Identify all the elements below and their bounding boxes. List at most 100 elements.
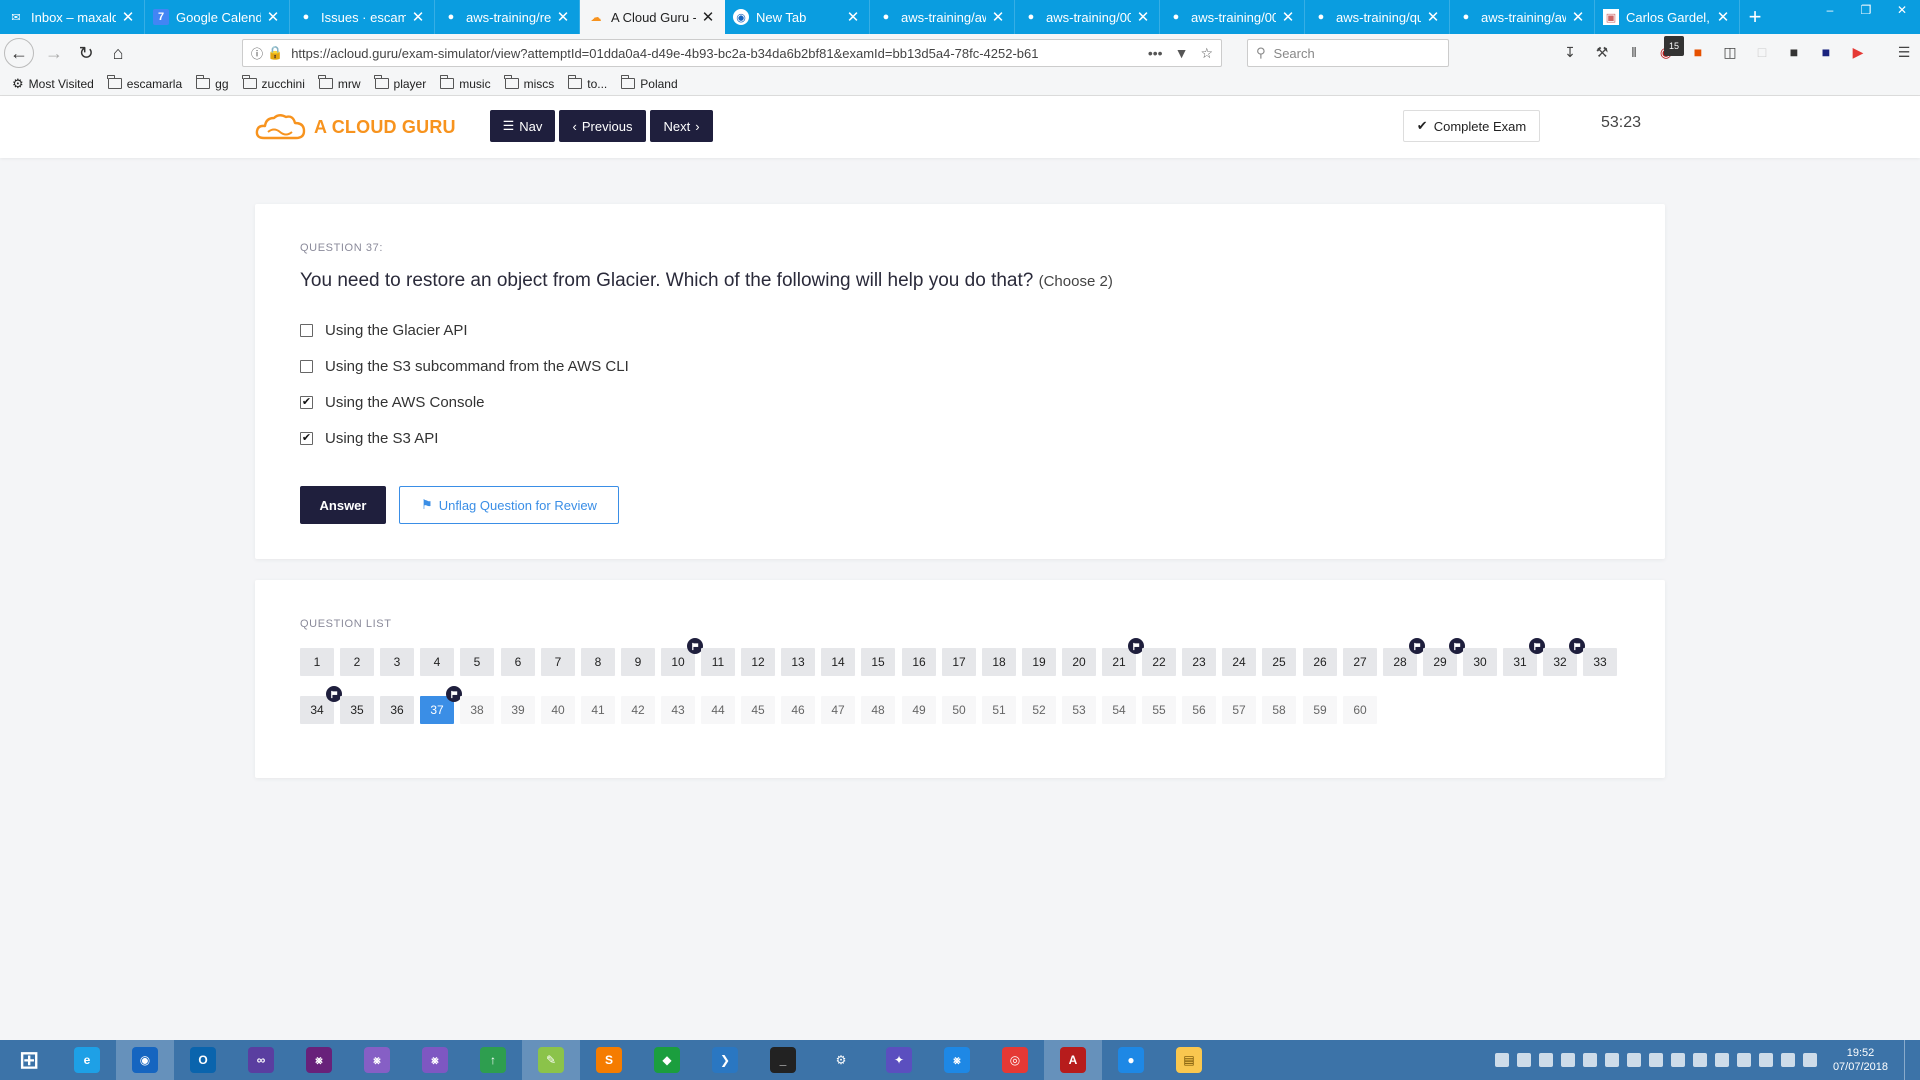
browser-tab[interactable]: ✉ Inbox – maxaldo✕ — [0, 0, 145, 34]
question-list-item[interactable]: 2 — [340, 648, 374, 676]
question-list-item[interactable]: 60 — [1343, 696, 1377, 724]
question-list-item[interactable]: 55 — [1142, 696, 1176, 724]
question-list-item[interactable]: 12 — [741, 648, 775, 676]
library-icon[interactable]: ‖ — [1624, 42, 1644, 62]
tab-close-icon[interactable]: ✕ — [120, 8, 136, 26]
extension-dark-icon[interactable]: ■ — [1816, 42, 1836, 62]
taskbar-app[interactable]: ↑ — [464, 1040, 522, 1080]
question-list-item[interactable]: 48 — [861, 696, 895, 724]
battery-icon[interactable] — [1758, 1053, 1773, 1067]
question-list-item[interactable]: 8 — [581, 648, 615, 676]
previous-button[interactable]: ‹ Previous — [559, 110, 646, 142]
info-icon[interactable]: ⓘ — [251, 45, 263, 62]
browser-tab[interactable]: ● aws-training/qu ✕ — [1305, 0, 1450, 34]
question-list-item[interactable]: 41 — [581, 696, 615, 724]
sidebar-icon[interactable]: ◫ — [1720, 42, 1740, 62]
question-list-item[interactable]: 13 — [781, 648, 815, 676]
bookmark-item[interactable]: ⚙ Most Visited — [12, 76, 94, 92]
new-tab-icon[interactable]: + — [1740, 0, 1770, 34]
extension-icon[interactable]: ■ — [1688, 42, 1708, 62]
option-checkbox[interactable] — [300, 360, 313, 373]
question-list-item[interactable]: 31 — [1503, 638, 1545, 676]
browser-tab[interactable]: 7 Google Calendar✕ — [145, 0, 290, 34]
taskbar-app[interactable]: ✦ — [870, 1040, 928, 1080]
question-list-item[interactable]: 34 — [300, 686, 342, 724]
bookmark-item[interactable]: escamarla — [107, 75, 182, 91]
question-list-item[interactable]: 39 — [501, 696, 535, 724]
window-close-icon[interactable]: ✕ — [1884, 0, 1920, 20]
dropbox-icon[interactable] — [1538, 1053, 1553, 1067]
question-list-item[interactable]: 44 — [701, 696, 735, 724]
download-icon[interactable]: ↧ — [1560, 42, 1580, 62]
taskbar-app[interactable]: ◎ — [986, 1040, 1044, 1080]
question-list-item[interactable]: 50 — [942, 696, 976, 724]
question-list-item[interactable]: 51 — [982, 696, 1016, 724]
taskbar-app[interactable]: ⨳ — [928, 1040, 986, 1080]
bookmark-item[interactable]: player — [374, 75, 426, 91]
question-list-item[interactable]: 56 — [1182, 696, 1216, 724]
tray-app-icon[interactable] — [1692, 1053, 1707, 1067]
search-bar[interactable]: ⚲ Search — [1247, 39, 1449, 67]
complete-exam-button[interactable]: ✔ Complete Exam — [1403, 110, 1540, 142]
taskbar-app[interactable]: _ — [754, 1040, 812, 1080]
taskbar-app[interactable]: ▤ — [1160, 1040, 1218, 1080]
tab-close-icon[interactable]: ✕ — [1135, 8, 1151, 26]
question-list-item[interactable]: 53 — [1062, 696, 1096, 724]
tab-close-icon[interactable]: ✕ — [1570, 8, 1586, 26]
tab-close-icon[interactable]: ✕ — [1280, 8, 1296, 26]
question-list-item[interactable]: 1 — [300, 648, 334, 676]
browser-tab[interactable]: ● aws-training/00 ✕ — [1015, 0, 1160, 34]
question-list-item[interactable]: 4 — [420, 648, 454, 676]
question-list-item[interactable]: 37 — [420, 686, 462, 724]
taskbar-app[interactable]: ⨳ — [348, 1040, 406, 1080]
tab-close-icon[interactable]: ✕ — [555, 8, 571, 26]
bookmark-item[interactable]: gg — [195, 75, 229, 91]
taskbar-app[interactable]: ∞ — [232, 1040, 290, 1080]
url-text[interactable]: https://acloud.guru/exam-simulator/view?… — [291, 46, 1148, 61]
back-arrow-icon[interactable]: ← — [4, 38, 34, 68]
question-list-item[interactable]: 35 — [340, 696, 374, 724]
question-list-item[interactable]: 47 — [821, 696, 855, 724]
tab-close-icon[interactable]: ✕ — [845, 8, 861, 26]
question-list-item[interactable]: 30 — [1463, 648, 1497, 676]
youtube-icon[interactable]: ▶ — [1848, 42, 1868, 62]
tab-close-icon[interactable]: ✕ — [265, 8, 281, 26]
option-checkbox[interactable]: ✔ — [300, 396, 313, 409]
browser-tab[interactable]: ● aws-training/aw ✕ — [1450, 0, 1595, 34]
answer-button[interactable]: Answer — [300, 486, 386, 524]
taskbar-app[interactable]: ◆ — [638, 1040, 696, 1080]
mask-icon[interactable]: ■ — [1784, 42, 1804, 62]
forward-arrow-icon[interactable]: → — [38, 37, 70, 69]
tab-close-icon[interactable]: ✕ — [1425, 8, 1441, 26]
bookmark-item[interactable]: zucchini — [242, 75, 305, 91]
unflag-review-button[interactable]: ⚑ Unflag Question for Review — [399, 486, 619, 524]
question-list-item[interactable]: 5 — [460, 648, 494, 676]
ublock-icon[interactable]: ◉15 — [1656, 36, 1684, 62]
browser-tab[interactable]: ● aws-training/aw ✕ — [870, 0, 1015, 34]
bookmark-item[interactable]: Poland — [620, 75, 678, 91]
tray-app-icon[interactable] — [1626, 1053, 1641, 1067]
answer-option[interactable]: Using the Glacier API — [300, 322, 468, 339]
question-list-item[interactable]: 28 — [1383, 638, 1425, 676]
taskbar-app[interactable]: ◉ — [116, 1040, 174, 1080]
tray-app-icon[interactable] — [1648, 1053, 1663, 1067]
question-list-item[interactable]: 43 — [661, 696, 695, 724]
question-list-item[interactable]: 23 — [1182, 648, 1216, 676]
browser-tab[interactable]: ☁ A Cloud Guru - ✕ — [580, 0, 725, 34]
tray-app-icon[interactable] — [1714, 1053, 1729, 1067]
question-list-item[interactable]: 38 — [460, 696, 494, 724]
menu-icon[interactable]: ☰ — [1894, 42, 1914, 62]
tray-app-icon[interactable] — [1670, 1053, 1685, 1067]
question-list-item[interactable]: 19 — [1022, 648, 1056, 676]
option-checkbox[interactable] — [300, 324, 313, 337]
reload-icon[interactable]: ↻ — [70, 37, 102, 69]
taskbar-app[interactable]: S — [580, 1040, 638, 1080]
home-icon[interactable]: ⌂ — [102, 37, 134, 69]
taskbar-app[interactable]: ● — [1102, 1040, 1160, 1080]
onedrive-icon[interactable] — [1516, 1053, 1531, 1067]
tab-close-icon[interactable]: ✕ — [1715, 8, 1731, 26]
question-list-item[interactable]: 7 — [541, 648, 575, 676]
question-list-item[interactable]: 29 — [1423, 638, 1465, 676]
system-clock[interactable]: 19:52 07/07/2018 — [1833, 1046, 1888, 1074]
question-list-item[interactable]: 18 — [982, 648, 1016, 676]
